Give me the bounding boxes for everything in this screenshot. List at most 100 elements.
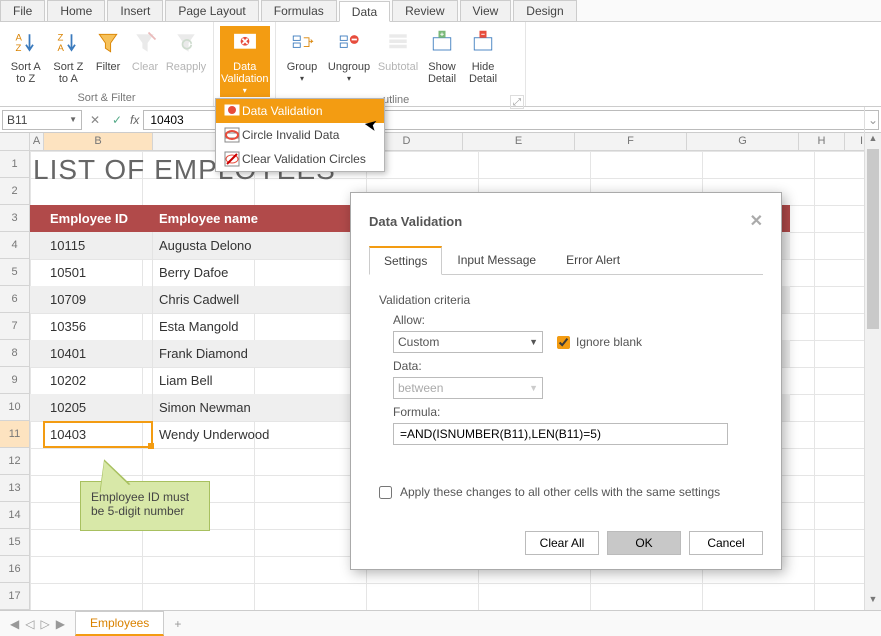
tab-settings[interactable]: Settings <box>369 246 442 275</box>
row-header-8[interactable]: 8 <box>0 340 30 367</box>
scroll-down-arrow-icon[interactable]: ▼ <box>865 594 881 610</box>
tab-input-message[interactable]: Input Message <box>442 246 551 275</box>
cell-employee-id[interactable]: 10115 <box>44 232 153 259</box>
dialog-close-button[interactable]: ✕ <box>750 211 763 231</box>
sheet-nav-next-icon[interactable]: ▷ <box>40 617 49 631</box>
cell-employee-id[interactable]: 10709 <box>44 286 153 313</box>
row-header-6[interactable]: 6 <box>0 286 30 313</box>
row-header-12[interactable]: 12 <box>0 448 30 475</box>
menu-item-clear-circles[interactable]: Clear Validation Circles <box>216 147 384 171</box>
row-header-9[interactable]: 9 <box>0 367 30 394</box>
cell-employee-name[interactable]: Chris Cadwell <box>153 286 351 313</box>
scrollbar-thumb[interactable] <box>867 149 879 329</box>
select-all-corner[interactable] <box>0 133 30 151</box>
formula-bar-expand-button[interactable]: ⌄ <box>864 107 881 133</box>
ribbon-group-sort-filter: AZ Sort A to Z ZA Sort Z to A Filter Cle… <box>0 22 214 106</box>
menu-item-data-validation[interactable]: Data Validation <box>216 99 384 123</box>
row-header-11[interactable]: 11 <box>0 421 30 448</box>
cancel-button[interactable]: Cancel <box>689 531 763 555</box>
cell-employee-name[interactable]: Frank Diamond <box>153 340 351 367</box>
hide-detail-button[interactable]: Hide Detail <box>464 26 502 85</box>
ribbon-tab-insert[interactable]: Insert <box>107 0 163 21</box>
dropdown-arrow-icon: ▼ <box>529 337 538 347</box>
sheet-nav-prev-icon[interactable]: ◁ <box>25 617 34 631</box>
formula-bar-row: B11 ▼ ✕ ✓ fx <box>0 107 881 133</box>
row-header-1[interactable]: 1 <box>0 151 30 178</box>
ribbon-tab-formulas[interactable]: Formulas <box>261 0 337 21</box>
clear-button: Clear <box>128 26 162 85</box>
sheet-nav-last-icon[interactable]: ▶ <box>56 617 65 631</box>
clear-all-button[interactable]: Clear All <box>525 531 599 555</box>
outline-expand-button[interactable]: ⤢ <box>510 95 524 109</box>
row-header-14[interactable]: 14 <box>0 502 30 529</box>
ribbon: AZ Sort A to Z ZA Sort Z to A Filter Cle… <box>0 22 881 107</box>
col-header-A[interactable]: A <box>30 133 44 151</box>
cell-employee-id[interactable]: 10202 <box>44 367 153 394</box>
cell-employee-name[interactable]: Liam Bell <box>153 367 351 394</box>
row-headers: 123456789101112131415161718 <box>0 151 30 610</box>
menu-item-circle-invalid[interactable]: Circle Invalid Data <box>216 123 384 147</box>
formula-enter-button[interactable]: ✓ <box>108 113 126 127</box>
row-header-4[interactable]: 4 <box>0 232 30 259</box>
sheet-nav-first-icon[interactable]: ◀ <box>10 617 19 631</box>
sort-filter-group-label: Sort & Filter <box>0 92 213 104</box>
row-header-16[interactable]: 16 <box>0 556 30 583</box>
col-header-E[interactable]: E <box>463 133 575 151</box>
row-header-10[interactable]: 10 <box>0 394 30 421</box>
group-button[interactable]: Group ▾ <box>282 26 322 85</box>
formula-cancel-button[interactable]: ✕ <box>86 113 104 127</box>
ignore-blank-checkbox[interactable]: Ignore blank <box>557 335 642 349</box>
row-header-17[interactable]: 17 <box>0 583 30 610</box>
sort-a-to-z-button[interactable]: AZ Sort A to Z <box>6 26 46 85</box>
cell-employee-id[interactable]: 10501 <box>44 259 153 286</box>
data-validation-menu: Data Validation Circle Invalid Data Clea… <box>215 98 385 172</box>
ribbon-tab-view[interactable]: View <box>460 0 512 21</box>
clear-circles-icon <box>222 151 242 167</box>
apply-changes-checkbox[interactable] <box>379 486 392 499</box>
ribbon-tab-data[interactable]: Data <box>339 1 390 22</box>
col-header-H[interactable]: H <box>799 133 845 151</box>
ungroup-button[interactable]: Ungroup ▾ <box>325 26 373 85</box>
cell-employee-name[interactable]: Simon Newman <box>153 394 351 421</box>
formula-input[interactable] <box>393 423 728 445</box>
cell-employee-name[interactable]: Augusta Delono <box>153 232 351 259</box>
ignore-blank-input[interactable] <box>557 336 570 349</box>
col-header-F[interactable]: F <box>575 133 687 151</box>
vertical-scrollbar[interactable]: ▲ ▼ <box>864 133 881 610</box>
cell-employee-name[interactable]: Esta Mangold <box>153 313 351 340</box>
show-detail-button[interactable]: Show Detail <box>423 26 461 85</box>
tab-error-alert[interactable]: Error Alert <box>551 246 635 275</box>
row-header-5[interactable]: 5 <box>0 259 30 286</box>
name-box-value: B11 <box>7 113 27 127</box>
row-header-2[interactable]: 2 <box>0 178 30 205</box>
ok-button[interactable]: OK <box>607 531 681 555</box>
allow-select[interactable]: Custom ▼ <box>393 331 543 353</box>
ribbon-tab-design[interactable]: Design <box>513 0 576 21</box>
col-header-G[interactable]: G <box>687 133 799 151</box>
cell-employee-id[interactable]: 10356 <box>44 313 153 340</box>
reapply-label: Reapply <box>166 61 206 73</box>
row-header-3[interactable]: 3 <box>0 205 30 232</box>
cell-employee-id[interactable]: 10403 <box>44 421 153 448</box>
sort-z-to-a-button[interactable]: ZA Sort Z to A <box>49 26 89 85</box>
filter-button[interactable]: Filter <box>91 26 125 85</box>
ribbon-tab-review[interactable]: Review <box>392 0 457 21</box>
fx-icon[interactable]: fx <box>130 113 139 127</box>
cell-employee-id[interactable]: 10205 <box>44 394 153 421</box>
row-header-7[interactable]: 7 <box>0 313 30 340</box>
ribbon-tab-file[interactable]: File <box>0 0 45 21</box>
name-box[interactable]: B11 ▼ <box>2 110 82 130</box>
column-headers: ABCDEFGHI <box>0 133 881 151</box>
scroll-up-arrow-icon[interactable]: ▲ <box>865 133 881 149</box>
ribbon-tab-home[interactable]: Home <box>47 0 105 21</box>
cell-employee-name[interactable]: Wendy Underwood <box>153 421 351 448</box>
data-validation-button[interactable]: Data Validation ▾ <box>220 26 270 97</box>
ribbon-tab-page-layout[interactable]: Page Layout <box>165 0 258 21</box>
cell-employee-name[interactable]: Berry Dafoe <box>153 259 351 286</box>
add-sheet-button[interactable]: + <box>164 613 191 635</box>
col-header-B[interactable]: B <box>44 133 153 151</box>
row-header-15[interactable]: 15 <box>0 529 30 556</box>
sheet-tab-employees[interactable]: Employees <box>75 611 164 636</box>
row-header-13[interactable]: 13 <box>0 475 30 502</box>
cell-employee-id[interactable]: 10401 <box>44 340 153 367</box>
